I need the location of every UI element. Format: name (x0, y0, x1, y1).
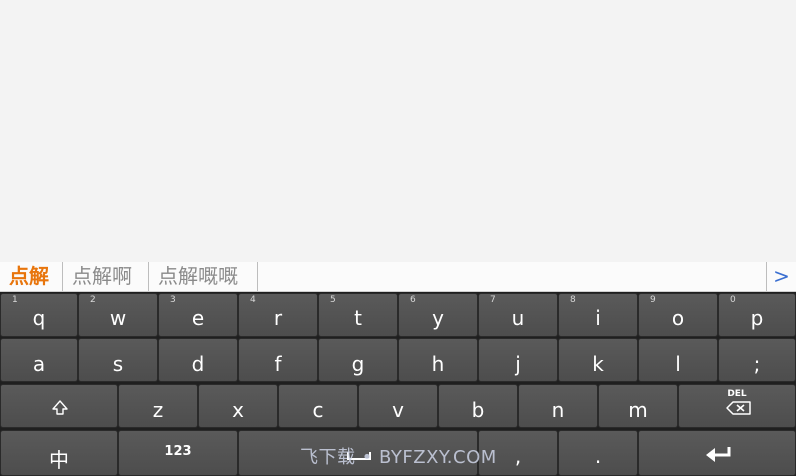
more-candidates-button[interactable]: > (766, 262, 796, 291)
delete-key[interactable]: DEL (678, 384, 796, 428)
watermark: 飞下载 • BYFZXY.COM (300, 447, 497, 468)
candidate-3[interactable]: 点解嘅嘅 (149, 262, 258, 291)
key-w[interactable]: 2 w (78, 293, 158, 337)
key-label: v (392, 398, 404, 422)
key-t[interactable]: 5 t (318, 293, 398, 337)
key-r[interactable]: 4 r (238, 293, 318, 337)
enter-key[interactable] (638, 430, 796, 476)
key-x[interactable]: x (198, 384, 278, 428)
key-semicolon[interactable]: ; (718, 338, 796, 382)
language-switch-key[interactable]: 中 (0, 430, 118, 476)
key-hint: 9 (650, 295, 656, 305)
candidate-bar: 点解 点解啊 点解嘅嘅 > (0, 262, 796, 292)
key-q[interactable]: 1 q (0, 293, 78, 337)
key-label: k (592, 352, 604, 376)
key-g[interactable]: g (318, 338, 398, 382)
key-label: s (112, 352, 124, 376)
key-o[interactable]: 9 o (638, 293, 718, 337)
key-hint: 4 (250, 295, 256, 305)
key-label: d (191, 352, 205, 376)
key-p[interactable]: 0 p (718, 293, 796, 337)
shift-icon (52, 400, 68, 415)
key-label: r (273, 306, 283, 330)
key-label: j (515, 352, 521, 376)
key-label: . (594, 444, 602, 468)
key-a[interactable]: a (0, 338, 78, 382)
key-e[interactable]: 3 e (158, 293, 238, 337)
key-y[interactable]: 6 y (398, 293, 478, 337)
key-label: a (32, 352, 46, 376)
key-hint: 0 (730, 295, 736, 305)
key-label: w (109, 306, 127, 330)
key-n[interactable]: n (518, 384, 598, 428)
key-hint: 5 (330, 295, 336, 305)
key-label: c (312, 398, 324, 422)
key-label: ; (753, 352, 761, 376)
key-label: e (191, 306, 205, 330)
key-j[interactable]: j (478, 338, 558, 382)
delete-label: DEL (727, 389, 747, 399)
key-l[interactable]: l (638, 338, 718, 382)
key-label: m (628, 398, 648, 422)
key-d[interactable]: d (158, 338, 238, 382)
key-z[interactable]: z (118, 384, 198, 428)
numbers-key[interactable]: 123 (118, 430, 238, 476)
enter-icon (706, 447, 731, 462)
key-label: n (551, 398, 565, 422)
text-content-area[interactable] (0, 0, 796, 262)
key-v[interactable]: v (358, 384, 438, 428)
key-hint: 6 (410, 295, 416, 305)
key-label: q (32, 306, 46, 330)
key-hint: 2 (90, 295, 96, 305)
key-c[interactable]: c (278, 384, 358, 428)
key-label: u (511, 306, 525, 330)
key-k[interactable]: k (558, 338, 638, 382)
key-h[interactable]: h (398, 338, 478, 382)
key-label: l (675, 352, 681, 376)
key-period[interactable]: . (558, 430, 638, 476)
key-hint: 1 (12, 295, 18, 305)
key-b[interactable]: b (438, 384, 518, 428)
key-hint: 3 (170, 295, 176, 305)
candidate-1[interactable]: 点解 (0, 262, 63, 291)
key-label: 123 (164, 444, 192, 459)
key-hint: 8 (570, 295, 576, 305)
key-label: b (471, 398, 485, 422)
key-label: x (232, 398, 244, 422)
candidate-2[interactable]: 点解啊 (63, 262, 149, 291)
backspace-icon (726, 401, 751, 415)
key-label: f (274, 352, 282, 376)
key-label: g (351, 352, 365, 376)
key-label: o (671, 306, 685, 330)
key-hint: 7 (490, 295, 496, 305)
key-f[interactable]: f (238, 338, 318, 382)
key-label: i (595, 306, 601, 330)
key-i[interactable]: 8 i (558, 293, 638, 337)
key-label: p (750, 306, 764, 330)
key-u[interactable]: 7 u (478, 293, 558, 337)
key-label: h (431, 352, 445, 376)
key-label: z (152, 398, 164, 422)
key-label: 中 (49, 448, 69, 472)
key-label: t (354, 306, 362, 330)
key-s[interactable]: s (78, 338, 158, 382)
shift-key[interactable] (0, 384, 118, 428)
key-m[interactable]: m (598, 384, 678, 428)
key-label: y (432, 306, 444, 330)
